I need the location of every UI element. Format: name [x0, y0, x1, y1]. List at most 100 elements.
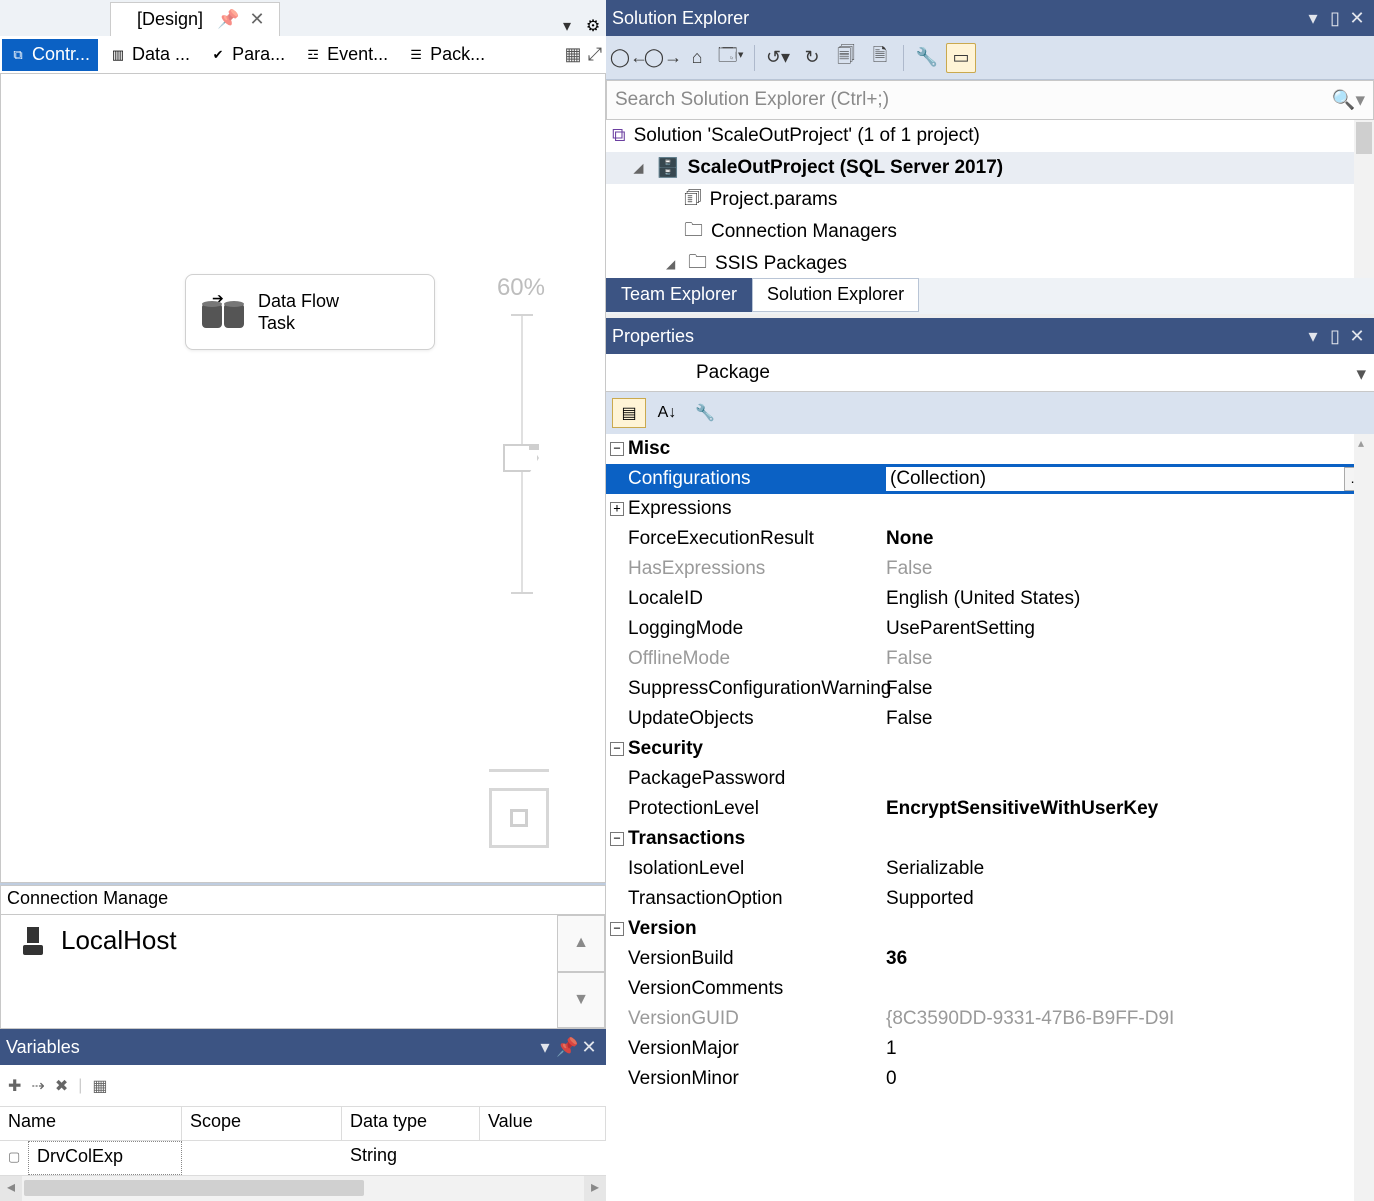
prop-expressions[interactable]: +Expressions — [606, 494, 1374, 524]
chevron-down-icon[interactable]: ▾ — [1356, 363, 1366, 386]
data-flow-task[interactable]: ➔ Data FlowTask — [185, 274, 435, 350]
categorized-icon[interactable]: ▤ — [612, 398, 646, 428]
tab-solution-explorer[interactable]: Solution Explorer — [752, 278, 919, 312]
prop-suppressconfigwarning[interactable]: SuppressConfigurationWarningFalse — [606, 674, 1374, 704]
connmgrs-node[interactable]: 🗀 Connection Managers — [606, 216, 1374, 248]
variables-panel: Variables ▾ 📌 ✕ ✚ ⇢ ✖ | ▦ Name Scope Dat… — [0, 1029, 606, 1201]
pin-icon[interactable]: 📌 — [556, 1037, 578, 1058]
tree-scrollbar[interactable] — [1354, 120, 1374, 278]
close-icon[interactable]: ✕ — [249, 9, 264, 30]
scroll-up-button[interactable]: ▲ — [557, 915, 605, 972]
collapse-icon[interactable]: 🗐 — [831, 43, 861, 73]
variables-header-row: Name Scope Data type Value — [0, 1107, 606, 1141]
variable-name[interactable]: DrvColExp — [28, 1141, 182, 1175]
tab-overflow-dropdown[interactable]: ▾ — [554, 16, 580, 36]
scroll-down-button[interactable]: ▼ — [557, 972, 605, 1029]
delete-variable-icon[interactable]: ✖ — [55, 1076, 68, 1096]
prop-localeid[interactable]: LocaleIDEnglish (United States) — [606, 584, 1374, 614]
variable-icon: ▢ — [8, 1149, 20, 1164]
panel-menu-icon[interactable]: ▾ — [1302, 326, 1324, 347]
properties-titlebar: Properties ▾ ▯ ✕ — [606, 318, 1374, 354]
prop-versionmajor[interactable]: VersionMajor1 — [606, 1034, 1374, 1064]
solution-node[interactable]: ⧉ Solution 'ScaleOutProject' (1 of 1 pro… — [606, 120, 1374, 152]
variable-row[interactable]: ▢ DrvColExp String — [0, 1141, 606, 1175]
search-icon[interactable]: 🔍▾ — [1332, 88, 1365, 112]
tab-team-explorer[interactable]: Team Explorer — [606, 278, 752, 312]
properties-object-selector[interactable]: Package ▾ — [606, 354, 1374, 392]
pin-icon[interactable]: ▯ — [1324, 8, 1346, 29]
variables-toolbar: ✚ ⇢ ✖ | ▦ — [0, 1065, 606, 1107]
close-icon[interactable]: ✕ — [1346, 326, 1368, 347]
col-name[interactable]: Name — [0, 1107, 182, 1140]
prop-offlinemode: OfflineModeFalse — [606, 644, 1374, 674]
gear-icon[interactable]: ⚙ — [580, 16, 606, 36]
preview-icon[interactable]: ▭ — [946, 43, 976, 73]
properties-scrollbar[interactable] — [1354, 434, 1374, 1201]
forward-icon[interactable]: ◯→ — [648, 43, 678, 73]
refresh-icon[interactable]: ↻ — [797, 43, 827, 73]
collapse-icon[interactable]: ◢ — [666, 257, 680, 271]
document-tab-well: [Design] 📌 ✕ ▾ ⚙ — [0, 0, 606, 36]
prop-forceexecutionresult[interactable]: ForceExecutionResultNone — [606, 524, 1374, 554]
prop-versioncomments[interactable]: VersionComments — [606, 974, 1374, 1004]
tab-package-explorer[interactable]: ☰Pack... — [400, 39, 493, 71]
zoom-fit-button[interactable] — [489, 788, 549, 848]
cat-version[interactable]: −Version — [606, 914, 1374, 944]
design-tab[interactable]: [Design] 📌 ✕ — [110, 2, 280, 36]
col-scope[interactable]: Scope — [182, 1107, 342, 1140]
cat-security[interactable]: −Security — [606, 734, 1374, 764]
prop-packagepassword[interactable]: PackagePassword — [606, 764, 1374, 794]
pin-icon[interactable]: 📌 — [217, 9, 239, 30]
prop-loggingmode[interactable]: LoggingModeUseParentSetting — [606, 614, 1374, 644]
properties-icon[interactable]: 🔧 — [912, 43, 942, 73]
prop-isolationlevel[interactable]: IsolationLevelSerializable — [606, 854, 1374, 884]
close-icon[interactable]: ✕ — [1346, 8, 1368, 29]
tab-event-handlers[interactable]: ☲Event... — [297, 39, 396, 71]
tab-data-flow[interactable]: ▥Data ... — [102, 39, 198, 71]
zoom-slider[interactable] — [517, 314, 527, 594]
cat-transactions[interactable]: −Transactions — [606, 824, 1374, 854]
collapse-icon[interactable]: ◢ — [634, 161, 648, 175]
prop-configurations[interactable]: Configurations(Collection)… — [606, 464, 1374, 494]
showall-icon[interactable]: 🗎 — [865, 43, 895, 73]
back-icon[interactable]: ◯← — [614, 43, 644, 73]
prop-versionbuild[interactable]: VersionBuild36 — [606, 944, 1374, 974]
prop-versionminor[interactable]: VersionMinor0 — [606, 1064, 1374, 1094]
prop-protectionlevel[interactable]: ProtectionLevelEncryptSensitiveWithUserK… — [606, 794, 1374, 824]
variable-value — [480, 1141, 606, 1175]
home-icon[interactable]: ⌂ — [682, 43, 712, 73]
solution-tree[interactable]: ⧉ Solution 'ScaleOutProject' (1 of 1 pro… — [606, 120, 1374, 278]
project-node[interactable]: ◢ 🗄️ ScaleOutProject (SQL Server 2017) — [606, 152, 1374, 184]
close-icon[interactable]: ✕ — [578, 1037, 600, 1058]
prop-updateobjects[interactable]: UpdateObjectsFalse — [606, 704, 1374, 734]
connection-item[interactable]: LocalHost — [1, 915, 557, 1028]
panel-menu-icon[interactable]: ▾ — [534, 1037, 556, 1058]
property-grid[interactable]: −Misc Configurations(Collection)… +Expre… — [606, 434, 1374, 1201]
expand-icon[interactable]: ⤢ — [584, 44, 606, 65]
connection-name: LocalHost — [61, 925, 177, 956]
col-value[interactable]: Value — [480, 1107, 606, 1140]
tab-control-flow[interactable]: ⧉Contr... — [2, 39, 98, 71]
wrench-icon[interactable]: 🔧 — [688, 398, 722, 428]
col-datatype[interactable]: Data type — [342, 1107, 480, 1140]
history-icon[interactable]: ↺▾ — [763, 43, 793, 73]
solution-explorer-search[interactable]: Search Solution Explorer (Ctrl+;) 🔍▾ — [606, 80, 1374, 120]
alphabetical-icon[interactable]: A↓ — [650, 398, 684, 428]
pin-icon[interactable]: ▯ — [1324, 326, 1346, 347]
variables-hscrollbar[interactable]: ◂▸ — [0, 1175, 606, 1201]
zoom-percent: 60% — [497, 274, 545, 302]
grid-options-icon[interactable]: ▦ — [92, 1076, 107, 1096]
design-tab-label: [Design] — [137, 9, 203, 30]
cat-misc[interactable]: −Misc — [606, 434, 1374, 464]
params-node[interactable]: 🗊 Project.params — [606, 184, 1374, 216]
packages-node[interactable]: ◢ 🗀 SSIS Packages — [606, 248, 1374, 278]
tab-parameters[interactable]: ✔Para... — [202, 39, 293, 71]
params-icon: 🗊 — [684, 184, 702, 216]
move-variable-icon[interactable]: ⇢ — [31, 1076, 44, 1096]
sync-icon[interactable]: 🗔▾ — [716, 43, 746, 73]
prop-transactionoption[interactable]: TransactionOptionSupported — [606, 884, 1374, 914]
toolbox-icon[interactable]: ▦ — [562, 44, 584, 65]
design-canvas[interactable]: ➔ Data FlowTask 60% — [0, 74, 606, 883]
panel-menu-icon[interactable]: ▾ — [1302, 8, 1324, 29]
add-variable-icon[interactable]: ✚ — [8, 1076, 21, 1096]
